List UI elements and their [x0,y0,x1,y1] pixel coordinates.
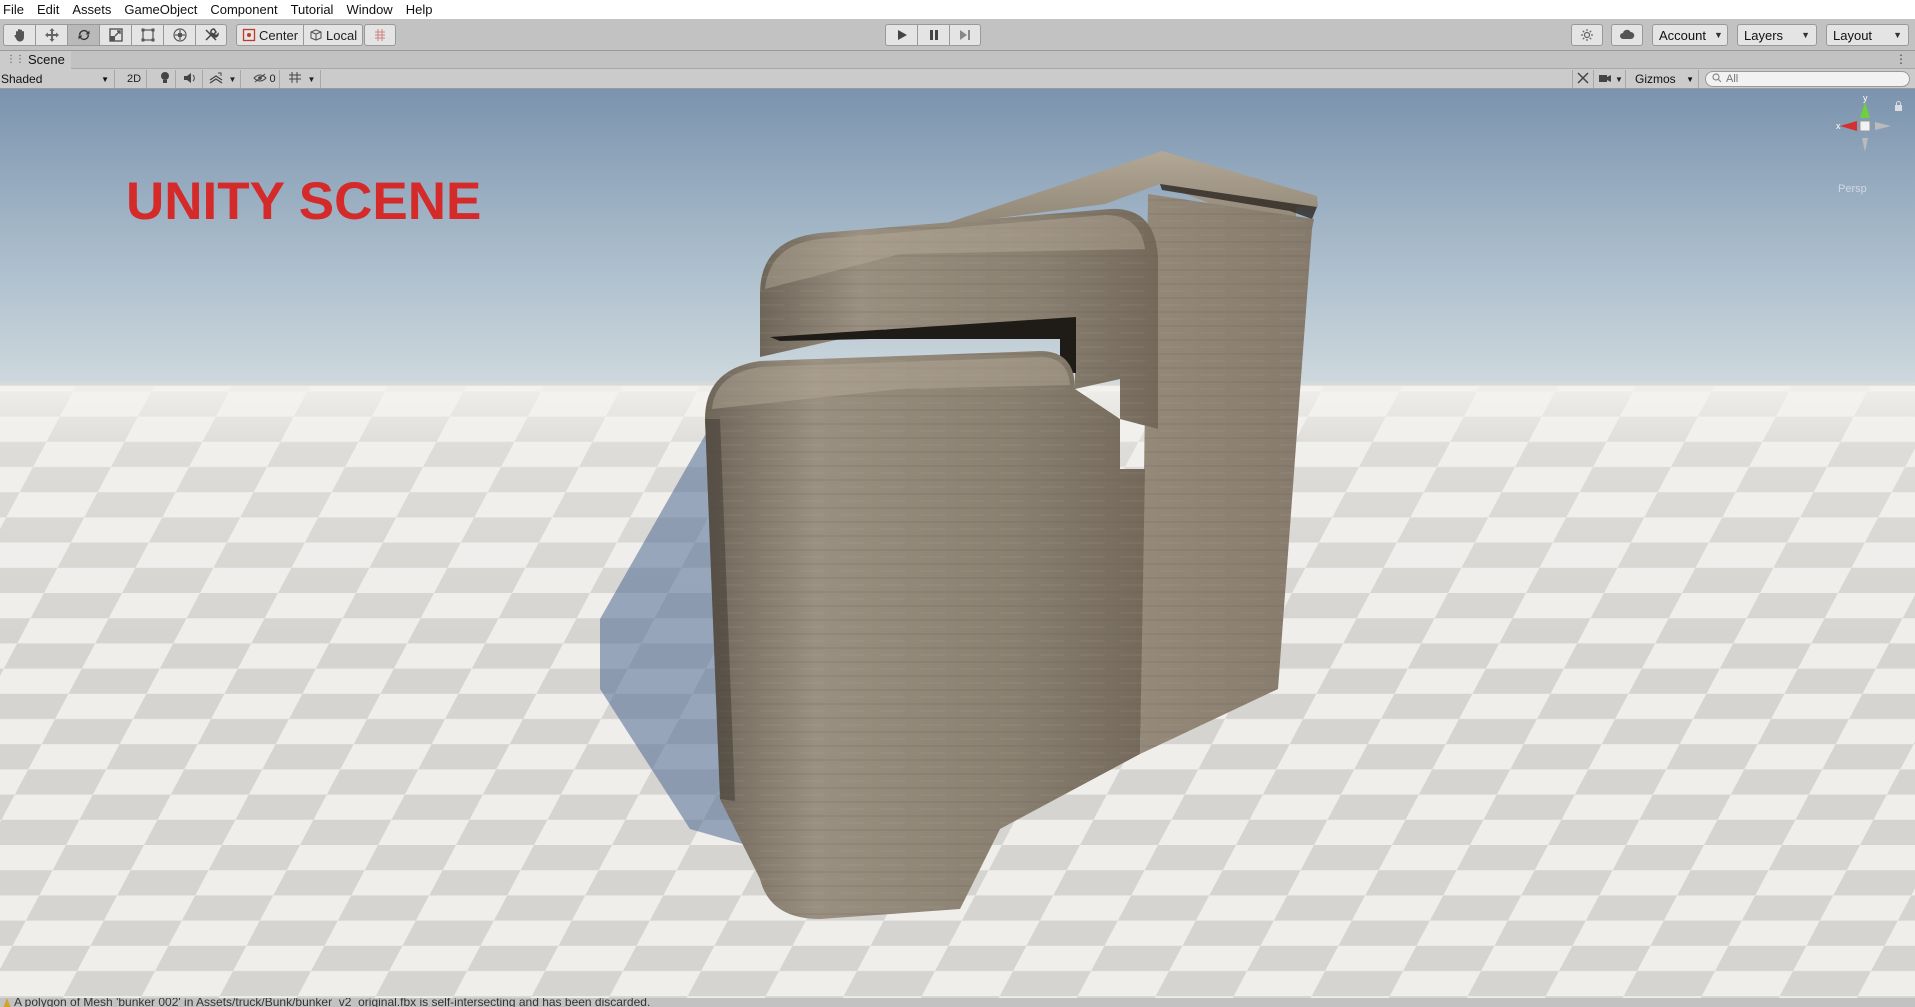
transform-tools-group [3,24,227,46]
play-icon [896,29,908,41]
camera-icon [1598,73,1612,86]
menu-tutorial[interactable]: Tutorial [291,2,341,17]
status-message: A polygon of Mesh 'bunker 002' in Assets… [14,998,651,1007]
gizmos-dropdown[interactable]: Gizmos ▼ [1631,70,1699,88]
chevron-down-icon: ▼ [228,74,237,84]
center-cube[interactable] [1859,120,1871,132]
camera-dropdown[interactable]: ▼ [1596,70,1626,88]
custom-tool-button[interactable] [195,24,227,46]
menu-bar: File Edit Assets GameObject Component Tu… [0,0,1915,19]
play-button[interactable] [885,24,917,46]
chevron-down-icon: ▼ [1686,74,1694,84]
transform-icon [172,27,188,43]
scene-search-field[interactable] [1705,71,1910,87]
cloud-icon [1619,29,1635,41]
menu-edit[interactable]: Edit [37,2,66,17]
grid-snap-icon [373,28,387,42]
lightbulb-icon [160,71,170,87]
x-axis-cone[interactable] [1840,121,1857,131]
axis-x-label: x [1836,121,1841,131]
main-toolbar: Center Local Account ▼ Layers ▼ Layout ▼ [0,19,1915,51]
pause-icon [928,29,940,41]
tools-toggle[interactable] [1572,70,1594,88]
custom-tools-icon [203,27,219,43]
warning-icon [3,998,11,1007]
scene-viewport[interactable]: UNITY SCENE x y Persp [0,89,1915,998]
neg-y-axis-cone[interactable] [1862,138,1868,152]
crossed-tools-icon [1577,71,1589,87]
menu-help[interactable]: Help [406,2,440,17]
orientation-gizmo[interactable]: x y [1825,93,1905,174]
toggle-2d-button[interactable]: 2D [122,70,147,88]
neg-x-axis-cone[interactable] [1875,122,1891,130]
y-axis-cone[interactable] [1860,102,1870,118]
services-icon [1580,28,1594,42]
account-dropdown[interactable]: Account ▼ [1652,24,1728,46]
chevron-down-icon: ▼ [1801,30,1810,40]
scale-icon [108,27,124,43]
lock-icon[interactable] [1894,99,1903,114]
hand-icon [12,27,28,43]
menu-assets[interactable]: Assets [72,2,118,17]
hand-tool-button[interactable] [3,24,35,46]
chevron-down-icon: ▼ [101,74,109,84]
status-bar[interactable]: A polygon of Mesh 'bunker 002' in Assets… [0,998,1915,1007]
lighting-toggle[interactable] [154,70,176,88]
local-space-icon [309,28,323,42]
chevron-down-icon: ▼ [307,74,316,84]
tab-options-icon[interactable]: ⋮ [1895,52,1907,66]
pivot-icon [242,28,256,42]
services-button[interactable] [1571,24,1603,46]
pivot-group: Center Local [236,24,364,46]
menu-gameobject[interactable]: GameObject [124,2,204,17]
axis-y-label: y [1863,94,1868,103]
layout-dropdown[interactable]: Layout ▼ [1826,24,1909,46]
grid-icon: ⋮⋮ [6,54,25,65]
menu-component[interactable]: Component [210,2,284,17]
transform-tool-button[interactable] [163,24,195,46]
move-tool-button[interactable] [35,24,67,46]
scene-toolbar: Shaded ▼ 2D ▼ 0 ▼ ▼ Gizmos ▼ All [0,69,1915,89]
pivot-space-button[interactable]: Local [303,24,364,46]
eye-hidden-icon [253,73,268,86]
tab-scene[interactable]: ⋮⋮ Scene [0,50,71,69]
search-input[interactable] [1726,73,1896,85]
grid-icon [288,71,302,87]
projection-label[interactable]: Persp [1838,183,1867,195]
pivot-center-button[interactable]: Center [236,24,304,46]
menu-file[interactable]: File [3,2,31,17]
overlay-title: UNITY SCENE [126,172,482,231]
layers-dropdown[interactable]: Layers ▼ [1737,24,1817,46]
snap-settings-button[interactable] [364,24,396,46]
step-forward-icon [959,29,971,41]
chevron-down-icon: ▼ [1893,30,1902,40]
scale-tool-button[interactable] [99,24,131,46]
chevron-down-icon: ▼ [1615,74,1623,84]
shading-mode-dropdown[interactable]: Shaded ▼ [0,70,115,88]
scene-tab-bar: ⋮⋮ Scene ⋮ [0,50,1915,69]
effects-dropdown[interactable]: ▼ [205,70,241,88]
menu-window[interactable]: Window [346,2,399,17]
rotate-tool-button[interactable] [67,24,99,46]
grid-dropdown[interactable]: ▼ [283,70,321,88]
playback-group [885,24,981,46]
chevron-down-icon: ▼ [1713,30,1723,40]
pause-button[interactable] [917,24,949,46]
effects-icon [209,72,223,87]
cloud-button[interactable] [1611,24,1643,46]
move-arrows-icon [44,27,60,43]
speaker-icon [183,72,197,87]
rect-tool-button[interactable] [131,24,163,46]
rect-icon [140,27,156,43]
step-button[interactable] [949,24,981,46]
hidden-objects-toggle[interactable]: 0 [250,70,280,88]
search-icon [1712,72,1722,86]
rotate-icon [76,27,92,43]
audio-toggle[interactable] [178,70,203,88]
